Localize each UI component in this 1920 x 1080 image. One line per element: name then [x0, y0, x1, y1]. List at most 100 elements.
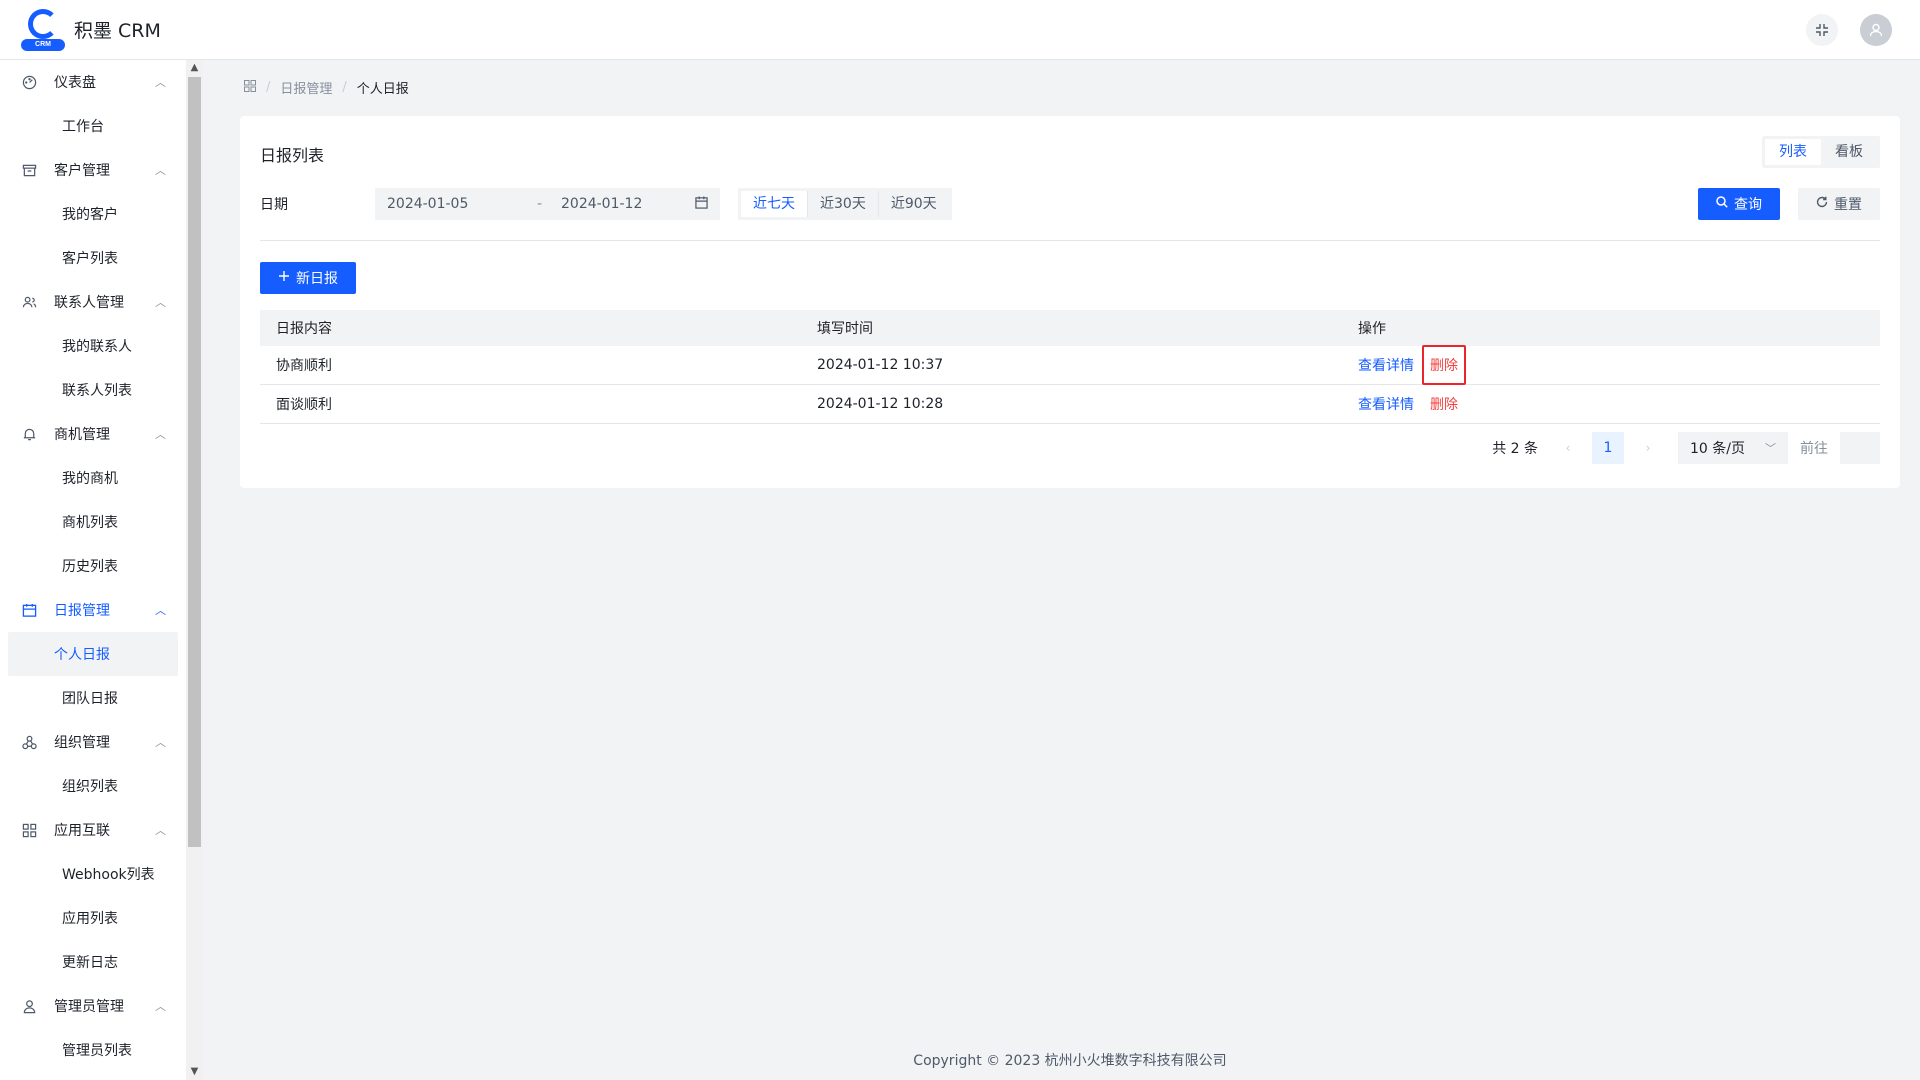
reset-button[interactable]: 重置: [1798, 188, 1880, 220]
menu-group-label: 应用互联: [54, 823, 110, 839]
date-range-picker[interactable]: 2024-01-05 - 2024-01-12: [375, 188, 720, 220]
actions-cell: 查看详情 删除: [1342, 394, 1880, 414]
chevron-up-icon: ︿: [155, 604, 166, 617]
table-header: 日报内容 填写时间 操作: [260, 310, 1880, 346]
chevron-up-icon: ︿: [155, 736, 166, 749]
menu-group-organization[interactable]: 组织管理 ︿: [0, 720, 186, 764]
sidebar-item-team-report[interactable]: 团队日报: [8, 676, 178, 720]
menu-group-dashboard[interactable]: 仪表盘 ︿: [0, 60, 186, 104]
start-date-input[interactable]: 2024-01-05: [387, 196, 537, 212]
logo-badge: CRM: [21, 38, 65, 51]
menu-group-opportunities[interactable]: 商机管理 ︿: [0, 412, 186, 456]
goto-page-input[interactable]: [1840, 432, 1880, 464]
user-avatar-icon[interactable]: [1860, 13, 1892, 46]
quick-range-30-days[interactable]: 近30天: [808, 191, 879, 217]
bell-icon: [20, 425, 38, 443]
sidebar: 仪表盘 ︿ 工作台 客户管理 ︿ 我的客户 客户列表 联系人管理 ︿ 我的联系人…: [0, 60, 203, 1080]
sidebar-scrollbar[interactable]: ▲ ▼: [186, 60, 203, 1080]
sidebar-item-my-customers[interactable]: 我的客户: [8, 192, 178, 236]
sidebar-item-history-list[interactable]: 历史列表: [8, 544, 178, 588]
chevron-left-icon[interactable]: ‹: [1556, 441, 1580, 455]
end-date-input[interactable]: 2024-01-12: [561, 196, 701, 212]
menu-group-contacts[interactable]: 联系人管理 ︿: [0, 280, 186, 324]
menu-group-label: 管理员管理: [54, 999, 124, 1015]
menu-group-customers[interactable]: 客户管理 ︿: [0, 148, 186, 192]
chevron-up-icon: ︿: [155, 296, 166, 309]
quick-range-7-days[interactable]: 近七天: [741, 191, 808, 217]
calendar-icon: [20, 601, 38, 619]
delete-link[interactable]: 删除: [1430, 394, 1458, 414]
view-board-tab[interactable]: 看板: [1821, 139, 1877, 165]
chevron-down-icon: ﹀: [1765, 442, 1776, 455]
breadcrumb-separator: /: [342, 80, 347, 95]
scroll-up-arrow-icon[interactable]: ▲: [186, 60, 203, 76]
divider: [260, 240, 1880, 241]
search-button[interactable]: 查询: [1698, 188, 1780, 220]
scrollbar-thumb[interactable]: [188, 77, 201, 847]
archive-icon: [20, 161, 38, 179]
pagination: 共 2 条 ‹ 1 › 10 条/页 ﹀ 前往: [1492, 432, 1880, 464]
brand[interactable]: CRM 积墨 CRM: [20, 7, 161, 53]
card-title: 日报列表: [260, 146, 325, 165]
page-number-current[interactable]: 1: [1592, 432, 1624, 464]
sidebar-item-personal-report[interactable]: 个人日报: [8, 632, 178, 676]
filter-row: 日期 2024-01-05 - 2024-01-12 近七天 近30天 近90天: [260, 188, 1880, 220]
view-details-link[interactable]: 查看详情: [1358, 355, 1414, 375]
delete-link[interactable]: 删除: [1422, 345, 1466, 385]
menu-group-apps[interactable]: 应用互联 ︿: [0, 808, 186, 852]
sidebar-item-customer-list[interactable]: 客户列表: [8, 236, 178, 280]
view-details-link[interactable]: 查看详情: [1358, 394, 1414, 414]
sidebar-item-admin-list[interactable]: 管理员列表: [8, 1028, 178, 1072]
column-header-actions: 操作: [1358, 321, 1386, 337]
menu-group-label: 商机管理: [54, 427, 110, 443]
view-list-tab[interactable]: 列表: [1765, 139, 1821, 165]
app-name: 积墨 CRM: [74, 20, 161, 42]
page-size-select[interactable]: 10 条/页 ﹀: [1678, 432, 1788, 464]
menu-group-label: 组织管理: [54, 735, 110, 751]
report-table: 日报内容 填写时间 操作 协商顺利 2024-01-12 10:37 查看详情 …: [260, 310, 1880, 424]
quick-range-group: 近七天 近30天 近90天: [738, 188, 952, 220]
menu-group-label: 联系人管理: [54, 295, 124, 311]
table-row: 协商顺利 2024-01-12 10:37 查看详情 删除: [260, 345, 1880, 385]
search-button-label: 查询: [1734, 197, 1762, 213]
date-filter-label: 日期: [260, 197, 288, 213]
apps-grid-icon[interactable]: [244, 79, 256, 96]
column-header-content: 日报内容: [276, 321, 332, 337]
breadcrumb-separator: /: [266, 80, 271, 95]
new-report-label: 新日报: [296, 271, 338, 287]
chevron-up-icon: ︿: [155, 428, 166, 441]
sidebar-item-opportunity-list[interactable]: 商机列表: [8, 500, 178, 544]
menu-group-daily-reports[interactable]: 日报管理 ︿: [0, 588, 186, 632]
new-report-button[interactable]: 新日报: [260, 262, 356, 294]
chevron-right-icon[interactable]: ›: [1636, 441, 1660, 455]
quick-range-90-days[interactable]: 近90天: [879, 191, 949, 217]
scroll-down-arrow-icon[interactable]: ▼: [186, 1064, 203, 1080]
main-content: / 日报管理 / 个人日报 日报列表 列表 看板 日期 2024-01-05 -…: [220, 60, 1920, 1080]
column-header-time: 填写时间: [817, 321, 873, 337]
menu-group-admins[interactable]: 管理员管理 ︿: [0, 984, 186, 1028]
sidebar-item-workbench[interactable]: 工作台: [8, 104, 178, 148]
view-switch: 列表 看板: [1762, 136, 1880, 168]
actions-cell: 查看详情 删除: [1342, 345, 1880, 385]
sidebar-item-contact-list[interactable]: 联系人列表: [8, 368, 178, 412]
sidebar-item-webhook-list[interactable]: Webhook列表: [8, 852, 178, 896]
menu-group-label: 日报管理: [54, 603, 110, 619]
sidebar-item-app-list[interactable]: 应用列表: [8, 896, 178, 940]
sidebar-item-organization-list[interactable]: 组织列表: [8, 764, 178, 808]
chevron-up-icon: ︿: [155, 164, 166, 177]
top-header: CRM 积墨 CRM: [0, 0, 1920, 60]
breadcrumb: / 日报管理 / 个人日报: [244, 78, 409, 97]
breadcrumb-item[interactable]: 日报管理: [280, 78, 332, 97]
plus-icon: [278, 270, 290, 286]
sidebar-item-my-opportunities[interactable]: 我的商机: [8, 456, 178, 500]
search-icon: [1716, 196, 1728, 212]
report-content-cell: 面谈顺利: [276, 397, 332, 413]
refresh-icon: [1816, 196, 1828, 212]
chevron-up-icon: ︿: [155, 824, 166, 837]
sidebar-item-changelog[interactable]: 更新日志: [8, 940, 178, 984]
fullscreen-exit-icon[interactable]: [1806, 13, 1838, 46]
sidebar-item-my-contacts[interactable]: 我的联系人: [8, 324, 178, 368]
dashboard-icon: [20, 73, 38, 91]
report-list-card: 日报列表 列表 看板 日期 2024-01-05 - 2024-01-12 近七…: [240, 116, 1900, 488]
admin-user-icon: [20, 997, 38, 1015]
